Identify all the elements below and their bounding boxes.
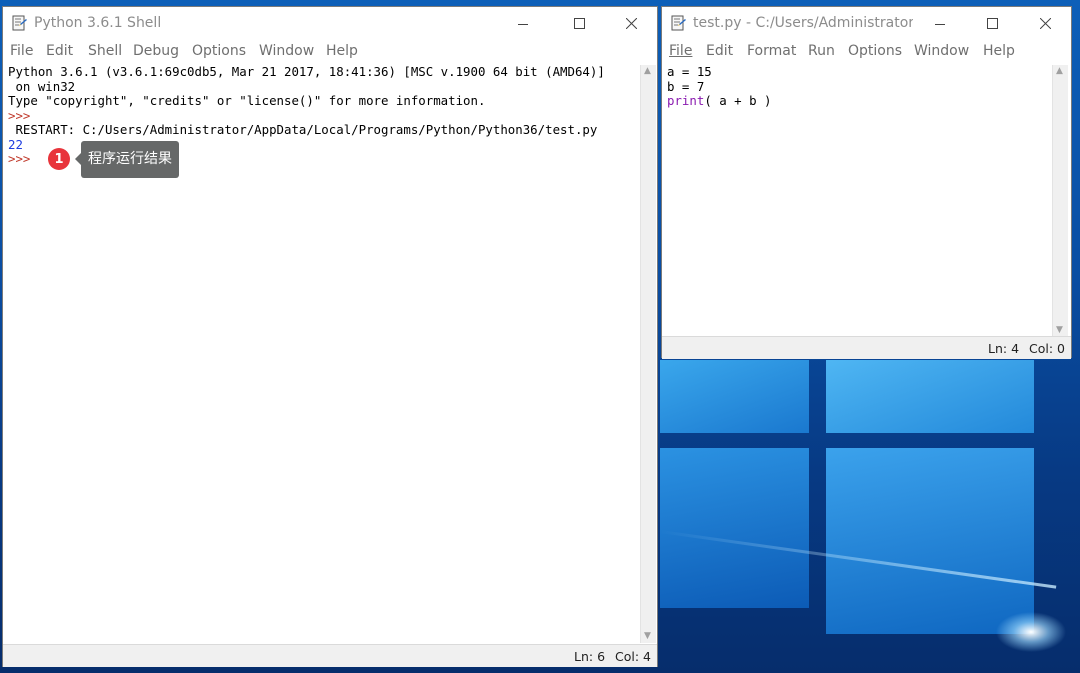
column-indicator: Col: 4 [615,649,651,664]
menu-help[interactable]: Help [326,43,358,59]
code-token: a = 15 [667,64,712,79]
wallpaper-pane [660,360,809,433]
editor-statusbar: Ln: 4 Col: 0 [662,336,1071,359]
close-icon [1039,18,1051,29]
code-token: print [667,93,705,108]
scroll-down-icon[interactable]: ▼ [1056,325,1063,335]
editor-window[interactable]: test.py - C:/Users/Administrator... File… [661,6,1072,359]
code-lines: a = 15 b = 7 print( a + b ) [667,64,1050,109]
menu-edit[interactable]: Edit [46,43,73,59]
scroll-down-icon[interactable]: ▼ [644,631,651,641]
maximize-icon [986,18,998,29]
close-icon [625,18,637,29]
editor-vertical-scrollbar[interactable]: ▲ ▼ [1052,65,1068,337]
shell-line: Python 3.6.1 (v3.6.1:69c0db5, Mar 21 201… [8,64,605,79]
menu-format[interactable]: Format [747,43,796,59]
code-line: b = 7 [667,78,1050,95]
column-indicator: Col: 0 [1029,341,1065,356]
shell-line: Type "copyright", "credits" or "license(… [8,93,486,108]
menu-options[interactable]: Options [192,43,246,59]
line-indicator: Ln: 6 [574,649,606,664]
minimize-icon [518,23,528,25]
idle-app-icon [671,15,686,31]
shell-line: on win32 [8,78,76,94]
menu-window[interactable]: Window [914,43,969,59]
minimize-button[interactable] [500,7,546,40]
shell-line: RESTART: C:/Users/Administrator/AppData/… [8,122,598,137]
wallpaper-glow [996,612,1066,652]
menu-edit[interactable]: Edit [706,43,733,59]
wallpaper-pane [660,448,809,608]
wallpaper-pane [826,448,1034,634]
menu-file[interactable]: File [10,43,33,59]
maximize-button[interactable] [556,7,602,40]
shell-vertical-scrollbar[interactable]: ▲ ▼ [640,65,656,643]
shell-titlebar[interactable]: Python 3.6.1 Shell [3,7,657,40]
annotation-label: 程序运行结果 [75,141,179,178]
shell-statusbar: Ln: 6 Col: 4 [3,644,657,667]
menu-help[interactable]: Help [983,43,1015,59]
wallpaper-pane [826,360,1034,433]
close-button[interactable] [608,7,654,40]
menu-file[interactable]: File [669,43,692,59]
maximize-icon [573,18,585,29]
code-line: print( a + b ) [667,93,1050,109]
idle-app-icon [12,15,27,31]
menu-run[interactable]: Run [808,43,835,59]
shell-menubar: File Edit Shell Debug Options Window Hel… [3,40,657,62]
minimize-icon [935,23,945,25]
scroll-up-icon[interactable]: ▲ [1056,66,1063,76]
menu-window[interactable]: Window [259,43,314,59]
python-shell-window[interactable]: Python 3.6.1 Shell File Edit Shell Debug… [2,6,658,667]
minimize-button[interactable] [917,7,963,40]
menu-debug[interactable]: Debug [133,43,179,59]
close-button[interactable] [1022,7,1068,40]
line-indicator: Ln: 4 [988,341,1020,356]
window-title: Python 3.6.1 Shell [34,15,162,31]
code-editor-area[interactable]: a = 15 b = 7 print( a + b ) [667,64,1050,337]
editor-menubar: File Edit Format Run Options Window Help [662,40,1071,62]
editor-titlebar[interactable]: test.py - C:/Users/Administrator... [662,7,1071,40]
code-token: b = 7 [667,78,705,94]
code-token: ( a + b ) [704,93,772,108]
menu-options[interactable]: Options [848,43,902,59]
window-title: test.py - C:/Users/Administrator... [693,15,913,31]
shell-line: >>> [8,107,38,123]
annotation-number-badge: 1 [48,148,70,170]
menu-shell[interactable]: Shell [88,43,122,59]
code-line: a = 15 [667,64,1050,80]
maximize-button[interactable] [969,7,1015,40]
scroll-up-icon[interactable]: ▲ [644,66,651,76]
